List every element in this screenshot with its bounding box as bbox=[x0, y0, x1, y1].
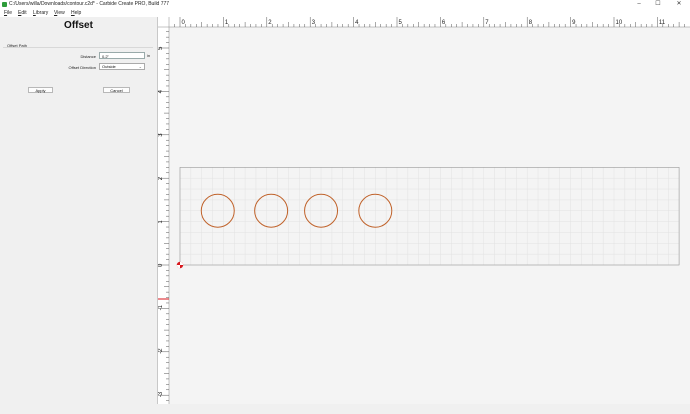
close-button[interactable]: ✕ bbox=[672, 0, 686, 9]
cancel-button[interactable]: Cancel bbox=[103, 87, 130, 93]
menu-file[interactable]: File bbox=[4, 9, 12, 17]
canvas-svg[interactable]: 0 1 2 3 4 5 6 7 8 9 10 11 543210-1-2-3 bbox=[158, 17, 690, 404]
maximize-button[interactable]: ☐ bbox=[651, 0, 665, 9]
title-bar: C:/Users/willa/Downloads/contour.c2d* - … bbox=[0, 0, 690, 9]
menu-bar: File Edit Library View Help bbox=[0, 9, 690, 17]
distance-unit: in bbox=[147, 53, 151, 58]
carbide-create-icon bbox=[2, 2, 7, 7]
offset-direction-select[interactable]: Outside ⌄ bbox=[99, 63, 145, 70]
ruler-x-label: 11 bbox=[659, 20, 666, 26]
menu-view[interactable]: View bbox=[54, 9, 65, 17]
ruler-y-label: -1 bbox=[158, 304, 164, 310]
distance-label: Distance bbox=[80, 54, 96, 59]
menu-help[interactable]: Help bbox=[71, 9, 81, 17]
status-strip bbox=[0, 404, 690, 414]
chevron-down-icon: ⌄ bbox=[138, 64, 142, 69]
distance-input[interactable]: 0.2" bbox=[99, 52, 145, 59]
grid bbox=[179, 167, 680, 266]
minimize-button[interactable]: – bbox=[632, 0, 646, 9]
offset-direction-label: Offset Direction bbox=[68, 65, 97, 70]
menu-library[interactable]: Library bbox=[33, 9, 48, 17]
offset-direction-value: Outside bbox=[102, 64, 116, 69]
panel-title: Offset bbox=[64, 20, 93, 31]
ruler-x-label: 10 bbox=[616, 20, 623, 26]
menu-edit[interactable]: Edit bbox=[18, 9, 27, 17]
apply-button[interactable]: Apply bbox=[28, 87, 53, 93]
ruler-y-label: -3 bbox=[158, 391, 164, 397]
ruler-y-label: -2 bbox=[158, 348, 164, 354]
window-title: C:/Users/willa/Downloads/contour.c2d* - … bbox=[9, 1, 170, 7]
offset-panel: Offset Offset Path Distance 0.2" in Offs… bbox=[0, 17, 158, 404]
design-canvas[interactable]: 0 1 2 3 4 5 6 7 8 9 10 11 5 4 3 2 1 0 -1 -2 -3 bbox=[158, 17, 690, 404]
origin-marker-icon bbox=[176, 261, 184, 269]
